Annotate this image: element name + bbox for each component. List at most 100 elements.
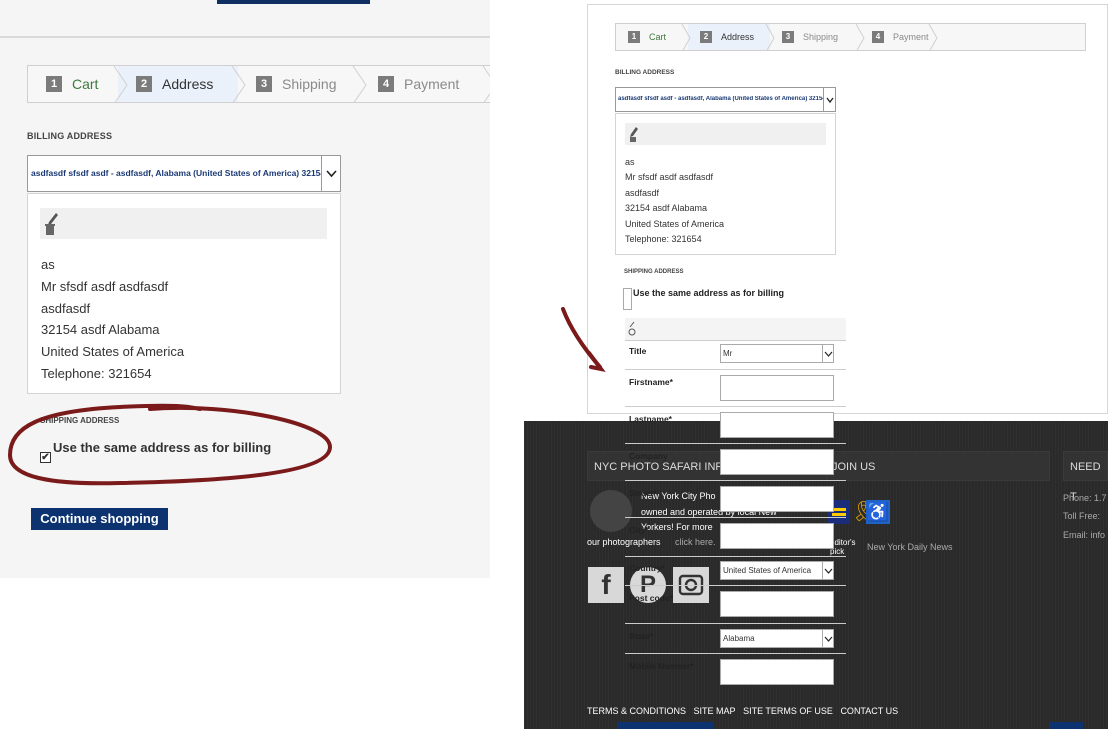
address-toolbar: [625, 123, 826, 145]
same-address-checkbox[interactable]: [623, 288, 632, 310]
billing-address-title: BILLING ADDRESS: [615, 69, 675, 76]
left-checkout-panel: 1 Cart 2 Address 3 Shipping 4 Payment BI…: [0, 0, 490, 578]
company-label: Company: [629, 451, 668, 461]
chevron-down-icon: [822, 630, 833, 647]
firstname-input[interactable]: [720, 375, 834, 401]
form-row-divider: [625, 340, 846, 341]
top-accent-bar: [217, 0, 370, 4]
address-line: Telephone: 321654: [41, 365, 152, 381]
shipping-address-title: SHIPPING ADDRESS: [624, 269, 684, 275]
daily-news-label: New York Daily News: [867, 542, 953, 552]
chevron-down-icon: [822, 345, 833, 362]
billing-address-lines: as Mr sfsdf asdf asdfasdf asdfasdf 32154…: [625, 155, 724, 247]
form-row-divider: [625, 517, 846, 518]
chevron-down-icon: [321, 156, 340, 191]
footer-phone: Phone: 1.7: [1063, 493, 1107, 503]
form-row-divider: [625, 585, 846, 586]
accessibility-icon: ♿: [866, 500, 890, 524]
footer-link-contact[interactable]: CONTACT US: [840, 706, 898, 716]
checkout-steps-small: 1 Cart 2 Address 3 Shipping 4 Payment: [615, 23, 1086, 51]
billing-address-card: as Mr sfsdf asdf asdfasdf asdfasdf 32154…: [615, 113, 836, 255]
postcode-label: Post code*: [629, 593, 673, 603]
form-row-divider: [625, 406, 846, 407]
edit-icon[interactable]: [627, 320, 637, 338]
footer-link-sitemap[interactable]: SITE MAP: [694, 706, 736, 716]
form-row-divider: [625, 480, 846, 481]
step-separators: [113, 66, 490, 102]
checkout-steps: 1 Cart 2 Address 3 Shipping 4 Payment: [27, 65, 490, 103]
address-line: 32154 asdf Alabama: [625, 203, 708, 214]
footer-toll-free: Toll Free:: [1063, 511, 1101, 521]
top-header-strip: [0, 0, 490, 38]
state-select-value: Alabama: [723, 634, 755, 643]
address-line: 32154 asdf Alabama: [41, 322, 160, 338]
billing-address-lines: as Mr sfsdf asdf asdfasdf asdfasdf 32154…: [41, 254, 184, 385]
lastname-input[interactable]: [720, 412, 834, 438]
title-label: Title: [629, 346, 647, 356]
address-line: United States of America: [41, 344, 185, 360]
footer-links: TERMS & CONDITIONS SITE MAP SITE TERMS O…: [587, 706, 903, 716]
same-address-label[interactable]: Use the same address as for billing: [633, 288, 784, 298]
country-select-value: United States of America: [723, 566, 812, 575]
billing-address-select[interactable]: asdfasdf sfsdf asdf - asdfasdf, Alabama …: [615, 87, 836, 112]
footer-join-title-text: JOIN US: [832, 461, 876, 473]
facebook-icon[interactable]: f: [588, 567, 624, 603]
city-input[interactable]: [720, 523, 834, 549]
form-row-divider: [625, 369, 846, 370]
address-line: as: [41, 257, 55, 272]
form-row-divider: [625, 556, 846, 557]
footer-blurb-line: Yorkers! For more: [641, 522, 713, 532]
country-select[interactable]: United States of America: [720, 561, 834, 580]
continue-shopping-button[interactable]: Continue shopping: [31, 508, 168, 530]
shipping-toolbar: [625, 318, 846, 340]
mobile-label: Mobile Number*: [629, 661, 694, 671]
firstname-label: Firstname*: [629, 377, 673, 387]
step-separators: [681, 24, 938, 50]
ribbon-icon: 🎗: [851, 501, 877, 523]
footer-blurb-line: our photographers: [587, 537, 661, 547]
street-input[interactable]: [720, 486, 834, 512]
billing-address-select[interactable]: asdfasdf sfsdf asdf - asdfasdf, Alabama …: [27, 155, 341, 192]
footer-blue-button[interactable]: [1050, 722, 1083, 729]
mobile-input[interactable]: [720, 659, 834, 685]
form-row-divider: [625, 653, 846, 654]
address-line: Telephone: 321654: [625, 234, 702, 245]
form-row-divider: [625, 623, 846, 624]
address-line: asdfasdf: [625, 187, 660, 198]
footer-link-terms[interactable]: TERMS & CONDITIONS: [587, 706, 686, 716]
state-label: State*: [629, 631, 654, 641]
chevron-down-icon: [822, 562, 833, 579]
edit-icon[interactable]: [627, 125, 639, 143]
billing-address-title: BILLING ADDRESS: [27, 131, 113, 141]
footer-need-title: NEED T: [1063, 451, 1108, 503]
country-label: Country*: [629, 563, 665, 573]
address-line: Mr sfsdf asdf asdfasdf: [625, 172, 714, 183]
postcode-input[interactable]: [720, 591, 834, 617]
chevron-down-icon: [823, 88, 835, 111]
footer-click-here-link[interactable]: click here.: [675, 537, 716, 547]
title-select[interactable]: Mr: [720, 344, 834, 363]
state-select[interactable]: Alabama: [720, 629, 834, 648]
title-select-value: Mr: [723, 349, 733, 358]
address-line: United States of America: [625, 218, 725, 229]
editors-pick: editor's pick: [830, 538, 856, 556]
footer-email: Email: info: [1063, 530, 1106, 540]
annotation-circle: [7, 403, 333, 486]
billing-select-value: asdfasdf sfsdf asdf - asdfasdf, Alabama …: [31, 168, 321, 178]
trash-icon[interactable]: [43, 222, 59, 238]
billing-address-card: as Mr sfsdf asdf asdfasdf asdfasdf 32154…: [27, 193, 341, 394]
footer-photo: [590, 490, 632, 532]
address-toolbar: [40, 208, 327, 239]
company-input[interactable]: [720, 449, 834, 475]
street-label: Street*: [629, 488, 657, 498]
annotation-arrow: [561, 307, 606, 372]
footer-join-title: JOIN US: [826, 451, 1050, 481]
lastname-label: Lastname*: [629, 414, 672, 424]
address-line: Mr sfsdf asdf asdfasdf: [41, 278, 169, 294]
city-label: City*: [629, 525, 649, 535]
footer-link-site-terms[interactable]: SITE TERMS OF USE: [743, 706, 833, 716]
address-line: asdfasdf: [41, 300, 91, 316]
footer-blue-button[interactable]: [618, 722, 714, 729]
form-row-divider: [625, 443, 846, 444]
address-line: as: [625, 157, 635, 167]
